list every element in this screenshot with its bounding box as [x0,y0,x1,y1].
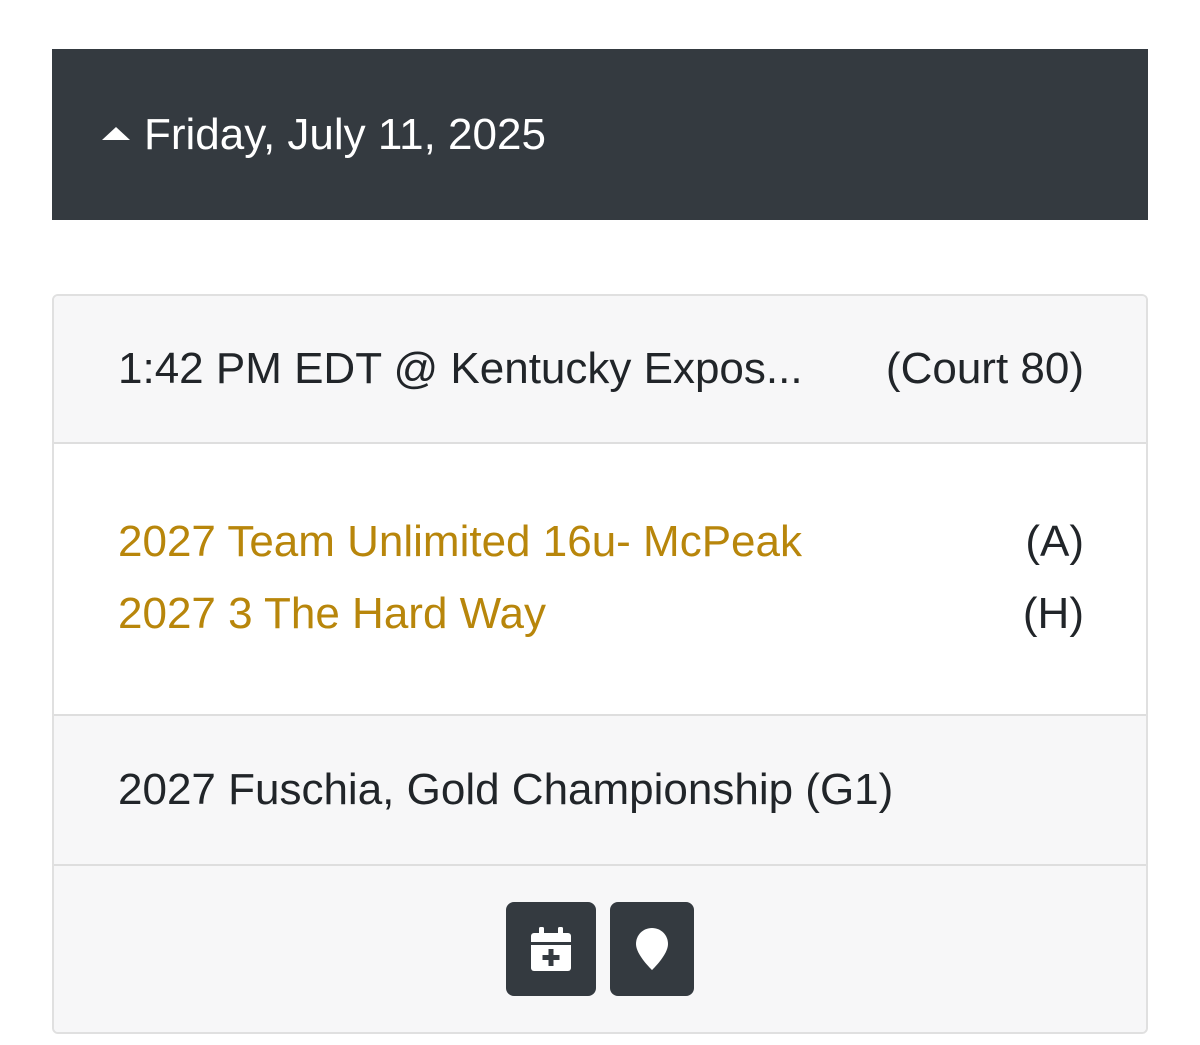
add-to-calendar-button[interactable] [506,902,596,996]
teams-section: 2027 Team Unlimited 16u- McPeak (A) 2027… [54,444,1146,716]
map-location-button[interactable] [610,902,694,996]
game-time-venue: 1:42 PM EDT @ Kentucky Expos... [118,344,803,393]
calendar-plus-icon [531,927,571,971]
game-court: (Court 80) [885,344,1084,393]
day-title: Friday, July 11, 2025 [144,109,546,159]
day-header[interactable]: Friday, July 11, 2025 [52,49,1148,220]
game-actions [54,866,1146,1032]
team-row-away: 2027 Team Unlimited 16u- McPeak (A) [118,512,1084,572]
team-side-away: (A) [1025,517,1084,566]
map-marker-icon [636,928,668,970]
team-row-home: 2027 3 The Hard Way (H) [118,584,1084,644]
division-label: 2027 Fuschia, Gold Championship (G1) [118,765,894,814]
game-time-location: 1:42 PM EDT @ Kentucky Expos... (Court 8… [54,296,1146,444]
caret-up-icon [102,127,130,140]
division-row: 2027 Fuschia, Gold Championship (G1) [54,716,1146,866]
team-side-home: (H) [1022,589,1084,638]
game-card: 1:42 PM EDT @ Kentucky Expos... (Court 8… [52,294,1148,1034]
team-link-home[interactable]: 2027 3 The Hard Way [118,589,1023,639]
team-link-away[interactable]: 2027 Team Unlimited 16u- McPeak [118,517,1025,567]
